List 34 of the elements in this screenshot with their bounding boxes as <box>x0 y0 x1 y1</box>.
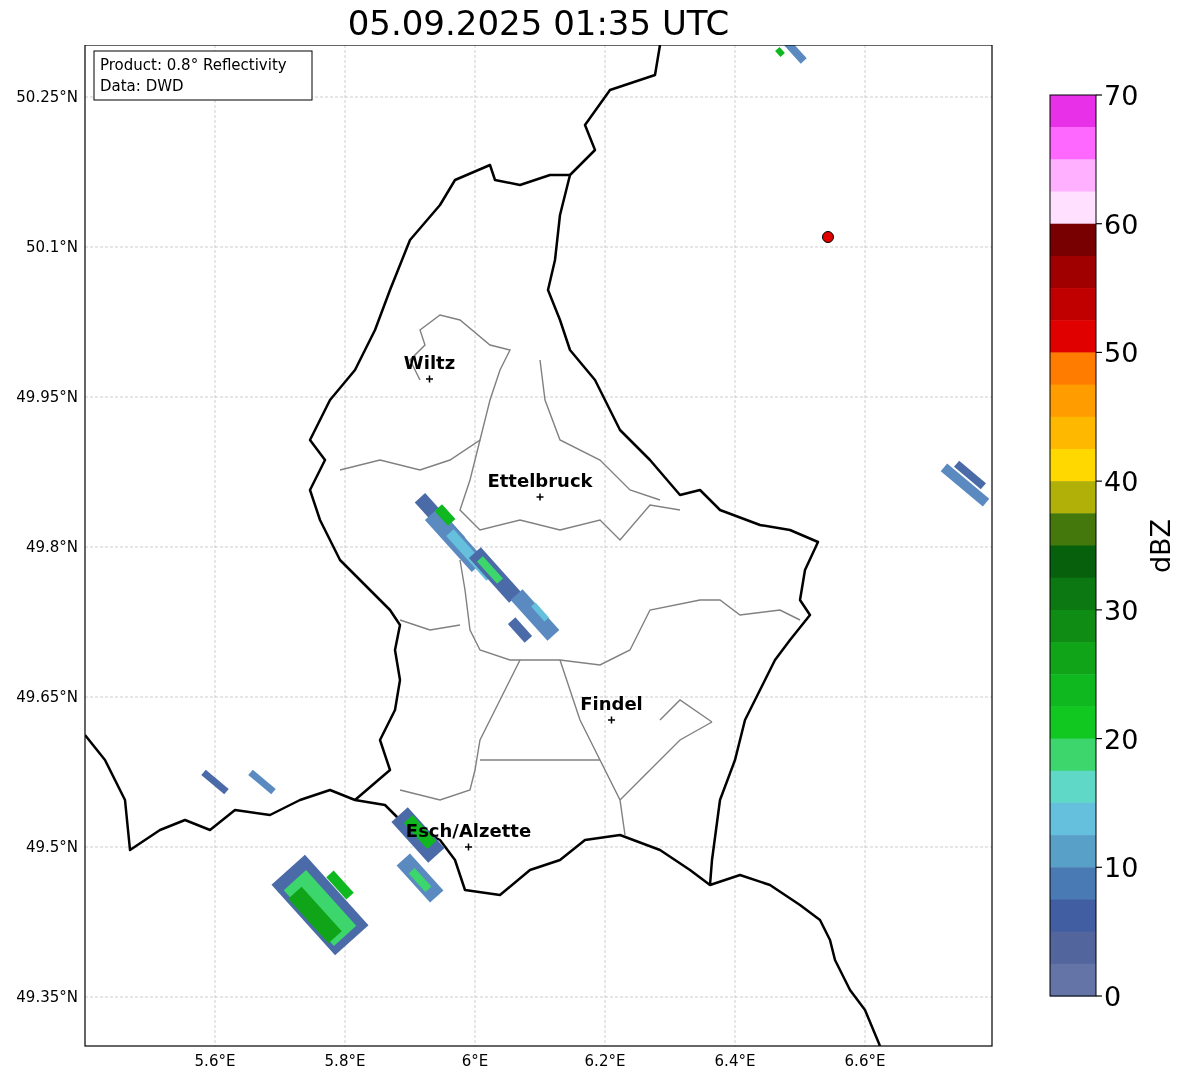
city-marker <box>535 492 545 502</box>
latitude-label: 49.5°N <box>25 838 78 856</box>
longitude-label: 6.2°E <box>584 1052 626 1070</box>
colorbar-tick-label: 30 <box>1104 594 1139 626</box>
city-marker <box>425 374 434 384</box>
longitude-label: 6.6°E <box>844 1052 886 1070</box>
city-marker <box>607 715 616 725</box>
colorbar-tick-label: 70 <box>1104 80 1139 111</box>
latitude-label: 49.65°N <box>16 688 78 706</box>
city-label: Wiltz <box>403 352 456 373</box>
map-title: 05.09.2025 01:35 UTC <box>347 2 730 43</box>
city-label: Ettelbruck <box>487 470 593 491</box>
colorbar-tick-label: 20 <box>1104 723 1139 755</box>
colorbar-tick-label: 40 <box>1104 466 1139 498</box>
longitude-label: 5.6°E <box>194 1052 236 1070</box>
colorbar-tick-label: 10 <box>1104 852 1139 884</box>
longitude-label: 5.8°E <box>324 1052 366 1070</box>
latitude-label: 49.95°N <box>16 388 78 406</box>
longitude-label: 6.4°E <box>714 1052 756 1070</box>
longitude-label: 6°E <box>461 1052 489 1070</box>
info-text: Product: 0.8° Reflectivity <box>100 56 287 74</box>
city-label: Findel <box>580 693 643 714</box>
colorbar-tick-label: 60 <box>1104 208 1139 240</box>
latitude-label: 50.25°N <box>16 88 78 106</box>
radar-echo <box>940 460 990 507</box>
colorbar-label: dBZ <box>1145 518 1176 574</box>
colorbar-tick-label: 0 <box>1104 981 1122 1012</box>
latitude-label: 49.8°N <box>25 538 78 556</box>
colorbar-tick-label: 50 <box>1104 337 1139 369</box>
latitude-label: 50.1°N <box>25 238 78 256</box>
radar-site-marker <box>822 231 834 243</box>
city-marker <box>464 842 473 852</box>
latitude-label: 49.35°N <box>16 988 78 1006</box>
info-text: Data: DWD <box>100 77 184 95</box>
